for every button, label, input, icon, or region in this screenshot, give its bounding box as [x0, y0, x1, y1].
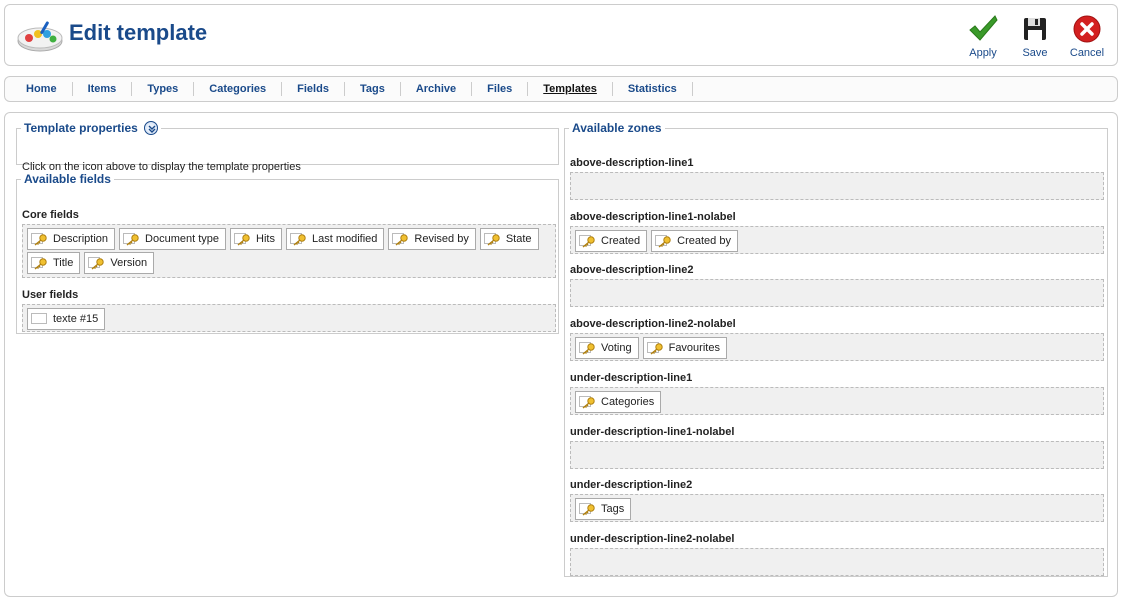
field-chip-last-modified[interactable]: Last modified	[285, 228, 385, 250]
toolbar: Apply Save Cancel	[961, 11, 1109, 63]
nav-templates[interactable]: Templates	[528, 82, 613, 96]
user-fields-dropzone[interactable]: texte #15	[22, 304, 556, 332]
field-chip-favourites[interactable]: Favourites	[642, 337, 727, 360]
available-zones-panel: Available zones above-description-line1 a…	[564, 121, 1108, 577]
cancel-label: Cancel	[1069, 47, 1105, 59]
key-icon	[123, 233, 139, 246]
save-label: Save	[1022, 47, 1048, 59]
field-chip-label: Created	[601, 234, 641, 247]
field-chip-label: Categories	[601, 395, 655, 408]
key-icon	[646, 342, 663, 355]
apply-button[interactable]: Apply	[961, 11, 1005, 61]
field-chip-label: Created by	[677, 234, 731, 247]
floppy-disk-icon	[1024, 18, 1046, 40]
field-chip-voting[interactable]: Voting	[575, 337, 639, 360]
field-chip-label: Revised by	[414, 233, 469, 245]
field-chip-label: Voting	[601, 342, 632, 355]
field-chip-title[interactable]: Title	[27, 252, 81, 274]
zone-label-above-description-line1: above-description-line1	[570, 157, 694, 169]
field-chip-revised-by[interactable]: Revised by	[388, 228, 476, 250]
template-palette-icon	[17, 21, 63, 52]
core-fields-dropzone[interactable]: Description Document type Hits Last modifie…	[22, 224, 556, 278]
key-icon	[31, 233, 47, 246]
template-properties-legend: Template properties	[21, 120, 161, 136]
available-zones-legend: Available zones	[572, 121, 662, 135]
field-chip-state[interactable]: State	[479, 228, 539, 250]
key-icon	[31, 257, 47, 270]
field-chip-label: Tags	[601, 503, 625, 516]
zone-dropzone-under-description-line1-nolabel[interactable]	[570, 440, 1104, 469]
nav-archive[interactable]: Archive	[401, 82, 473, 96]
zone-label-above-description-line2: above-description-line2	[570, 264, 694, 277]
key-icon	[234, 233, 250, 246]
field-chip-tags[interactable]: Tags	[575, 498, 632, 521]
zone-dropzone-above-description-line2[interactable]	[570, 279, 1104, 308]
field-chip-texte-15[interactable]: texte #15	[27, 308, 106, 330]
main-panel: Template properties Click on the icon ab…	[4, 112, 1118, 597]
key-icon	[483, 233, 500, 246]
cancel-x-icon	[1073, 15, 1101, 43]
field-chip-label: texte #15	[53, 313, 99, 325]
main-nav: Home Items Types Categories Fields Tags …	[4, 76, 1118, 102]
field-chip-label: Hits	[256, 233, 275, 245]
available-fields-legend: Available fields	[24, 172, 111, 186]
nav-files[interactable]: Files	[472, 82, 529, 96]
zone-label-under-description-line1: under-description-line1	[570, 371, 693, 384]
template-properties-panel: Template properties Click on the icon ab…	[16, 120, 559, 173]
key-icon	[88, 257, 105, 270]
expand-properties-icon[interactable]	[144, 120, 159, 135]
zone-label-under-description-line2-nolabel: under-description-line2-nolabel	[570, 532, 735, 545]
field-chip-categories[interactable]: Categories	[575, 390, 662, 413]
zone-label-under-description-line2: under-description-line2	[570, 479, 693, 492]
core-fields-heading: Core fields	[22, 209, 79, 221]
field-chip-hits[interactable]: Hits	[230, 228, 282, 250]
nav-types[interactable]: Types	[132, 82, 195, 96]
field-chip-label: Favourites	[668, 342, 720, 355]
field-chip-label: Description	[53, 233, 109, 245]
zone-dropzone-under-description-line2-nolabel[interactable]	[570, 547, 1104, 576]
field-chip-label: Title	[53, 257, 74, 269]
zone-label-above-description-line1-nolabel: above-description-line1-nolabel	[570, 210, 736, 223]
nav-categories[interactable]: Categories	[194, 82, 283, 96]
zone-label-under-description-line1-nolabel: under-description-line1-nolabel	[570, 425, 735, 438]
field-chip-label: Version	[110, 257, 148, 269]
key-icon	[289, 233, 306, 246]
zone-label-above-description-line2-nolabel: above-description-line2-nolabel	[570, 318, 736, 331]
field-chip-document-type[interactable]: Document type	[119, 228, 227, 250]
nav-items[interactable]: Items	[73, 82, 133, 96]
user-fields-heading: User fields	[22, 289, 79, 301]
field-chip-created-by[interactable]: Created by	[651, 229, 738, 252]
field-chip-label: Last modified	[311, 233, 378, 245]
header-bar: Edit template Apply Save Cancel	[4, 4, 1118, 66]
key-icon	[579, 342, 595, 355]
field-icon	[31, 313, 47, 324]
field-chip-label: Document type	[145, 233, 220, 245]
save-button[interactable]: Save	[1013, 11, 1057, 61]
field-chip-description[interactable]: Description	[27, 228, 116, 250]
apply-label: Apply	[969, 47, 997, 59]
key-icon	[579, 234, 595, 248]
key-icon	[579, 395, 595, 409]
page-title: Edit template	[69, 20, 208, 45]
key-icon	[579, 503, 595, 516]
zone-dropzone-above-description-line1-nolabel[interactable]: Created Created by	[570, 225, 1104, 254]
zone-dropzone-under-description-line2[interactable]: Tags	[570, 494, 1104, 523]
field-chip-label: State	[505, 233, 532, 245]
checkmark-icon	[969, 15, 998, 41]
nav-home[interactable]: Home	[11, 82, 73, 96]
field-chip-created[interactable]: Created	[575, 229, 648, 252]
nav-statistics[interactable]: Statistics	[613, 82, 693, 96]
available-fields-panel: Available fields Core fields Description…	[16, 172, 559, 334]
zone-dropzone-under-description-line1[interactable]: Categories	[570, 386, 1104, 415]
nav-tags[interactable]: Tags	[345, 82, 401, 96]
zone-dropzone-above-description-line1[interactable]	[570, 172, 1104, 200]
nav-fields[interactable]: Fields	[282, 82, 345, 96]
key-icon	[655, 234, 671, 248]
key-icon	[392, 233, 409, 246]
template-properties-title: Template properties	[24, 121, 138, 135]
field-chip-version[interactable]: Version	[84, 252, 155, 274]
cancel-button[interactable]: Cancel	[1065, 11, 1109, 61]
zone-dropzone-above-description-line2-nolabel[interactable]: Voting Favourites	[570, 333, 1104, 362]
